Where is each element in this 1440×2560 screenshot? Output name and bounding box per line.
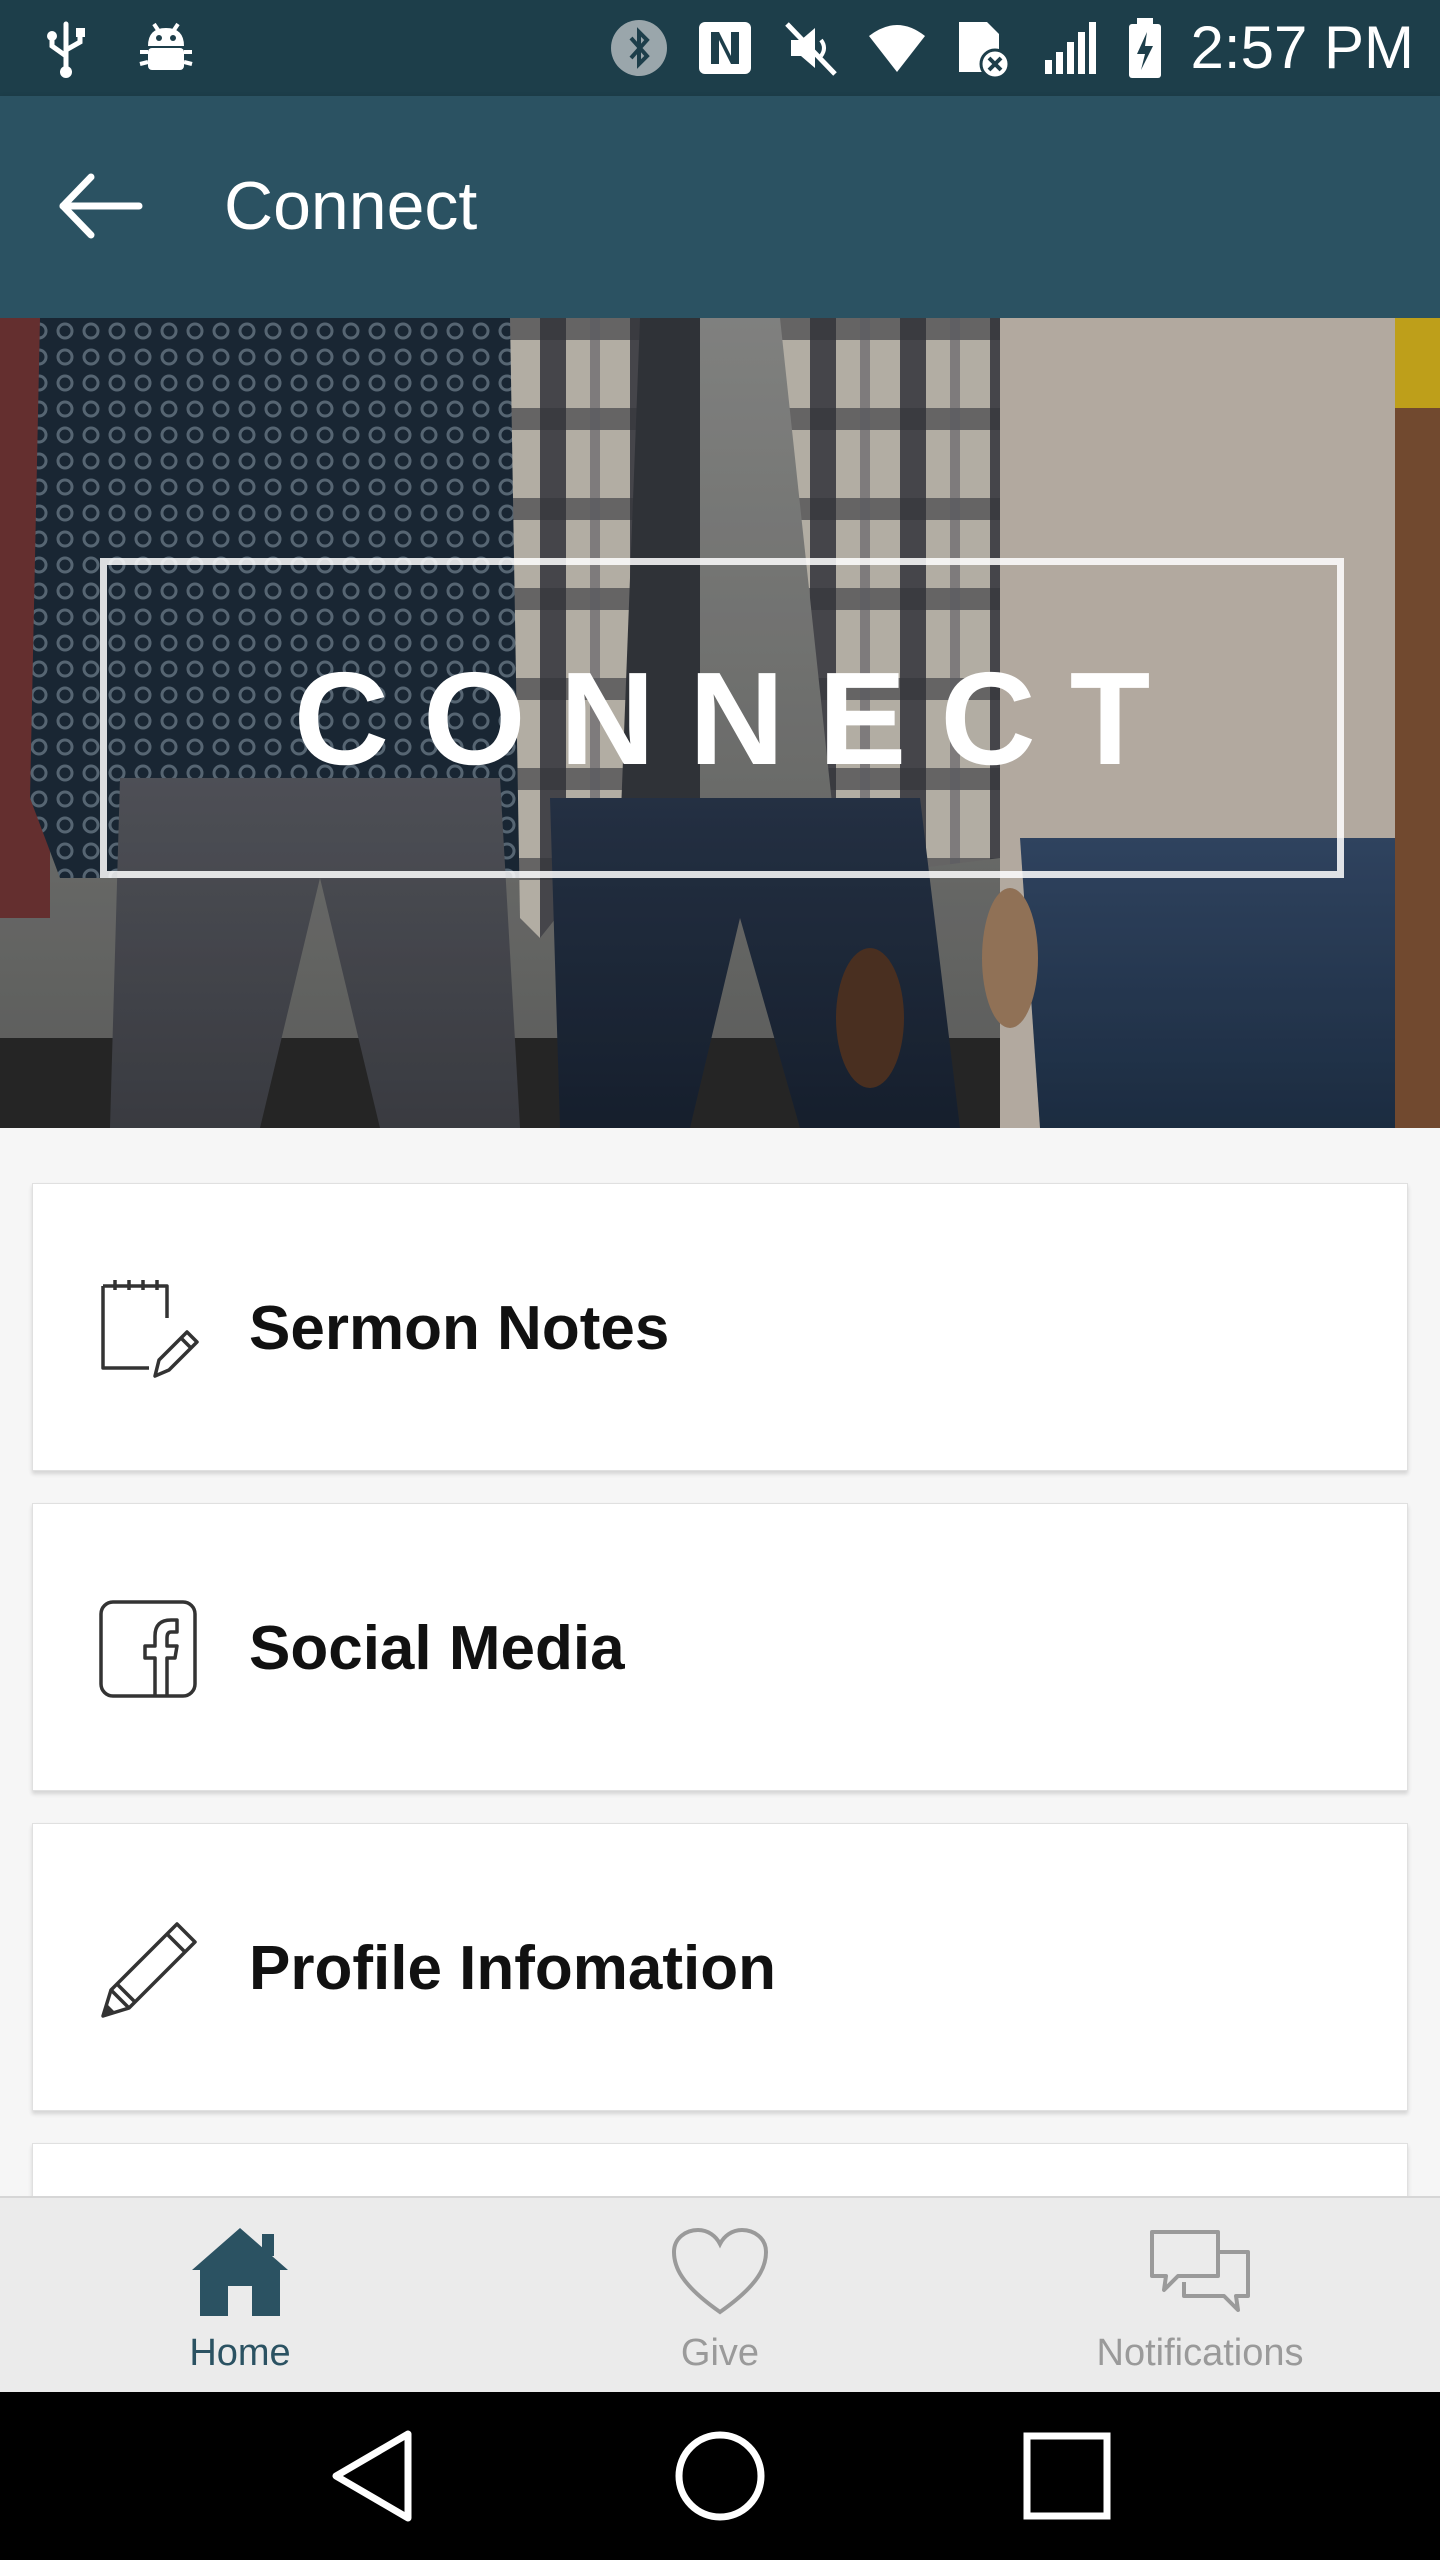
status-time: 2:57 PM (1190, 14, 1414, 81)
android-debug-icon (139, 22, 193, 70)
nav-home-button[interactable] (650, 2406, 790, 2546)
menu-item-profile-information[interactable]: Profile Infomation (32, 1823, 1408, 2111)
wifi-icon (868, 25, 925, 72)
facebook-icon (97, 1598, 201, 1702)
status-bar: 2:57 PM (0, 0, 1440, 96)
nav-recents-button[interactable] (997, 2406, 1137, 2546)
menu-item-social-media[interactable]: Social Media (32, 1503, 1408, 1791)
battery-charging-icon (1128, 18, 1161, 78)
home-circle-icon (675, 2431, 765, 2521)
tab-give[interactable]: Give (480, 2198, 960, 2392)
system-navigation-bar (0, 2392, 1440, 2560)
chat-bubbles-icon (1145, 2222, 1255, 2322)
bottom-tab-bar: Home Give Notifications (0, 2196, 1440, 2392)
status-right-icons: 2:57 PM (609, 14, 1414, 82)
back-button[interactable] (40, 156, 160, 256)
back-triangle-icon (332, 2430, 412, 2522)
mute-icon (784, 22, 837, 76)
tab-home[interactable]: Home (0, 2198, 480, 2392)
pencil-icon (97, 1918, 201, 2022)
status-left-icons (38, 16, 196, 80)
menu-item-sermon-notes[interactable]: Sermon Notes (32, 1183, 1408, 1471)
tab-label: Give (680, 2332, 760, 2374)
tab-label: Notifications (1096, 2332, 1304, 2374)
tab-label: Home (189, 2332, 291, 2374)
menu-list: Sermon Notes Social Media Profile Infoma… (32, 1183, 1408, 2235)
menu-item-partial[interactable] (32, 2143, 1408, 2203)
recents-square-icon (1023, 2432, 1111, 2520)
menu-item-label: Social Media (249, 1613, 625, 1683)
signal-icon (1044, 22, 1096, 74)
menu-item-label: Sermon Notes (249, 1293, 670, 1363)
hero-title: CONNECT (293, 644, 1185, 792)
usb-icon (47, 21, 85, 78)
nfc-icon (698, 22, 751, 74)
nav-back-button[interactable] (303, 2406, 443, 2546)
page-title: Connect (224, 168, 478, 244)
app-bar: Connect (0, 96, 1440, 318)
notepad-pencil-icon (97, 1278, 201, 1382)
bluetooth-icon (610, 20, 667, 76)
tab-notifications[interactable]: Notifications (960, 2198, 1440, 2392)
arrow-back-icon (59, 173, 143, 239)
heart-icon (665, 2222, 775, 2322)
home-icon (185, 2222, 295, 2322)
sim-error-icon (958, 22, 1011, 80)
hero-banner: CONNECT (0, 318, 1440, 1128)
menu-item-label: Profile Infomation (249, 1933, 776, 2003)
